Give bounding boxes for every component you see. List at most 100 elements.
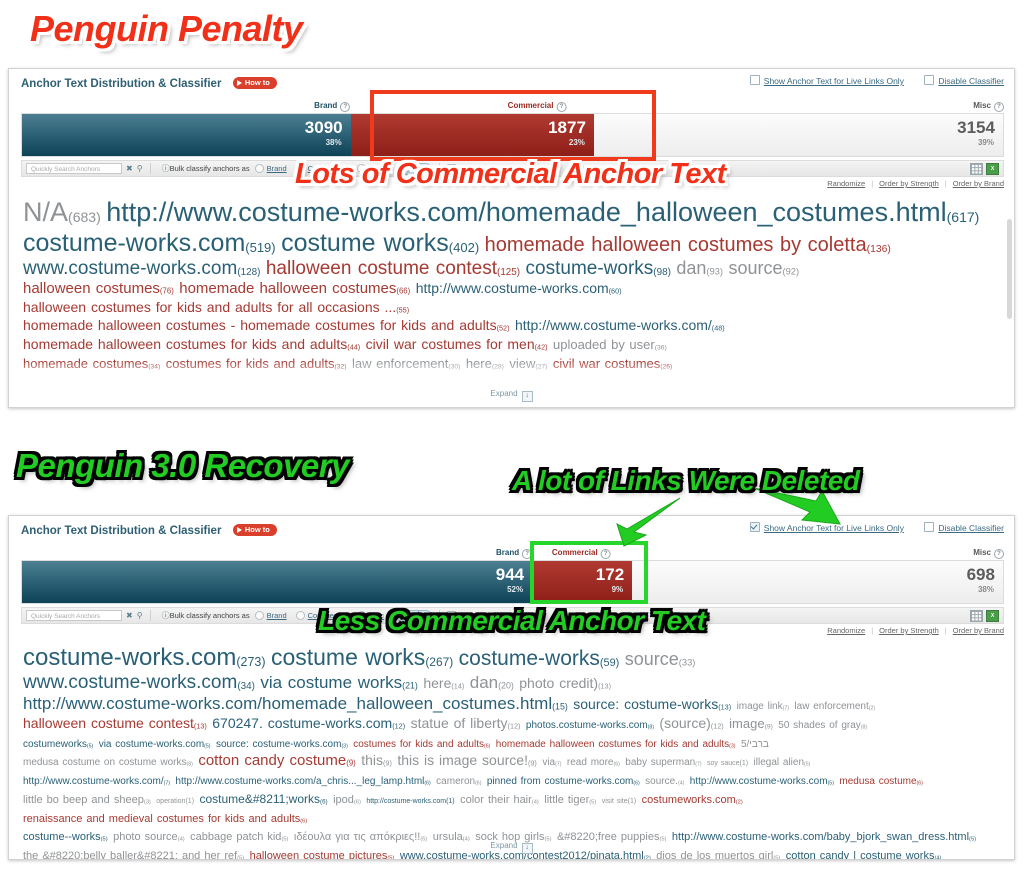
disable-classifier-link[interactable]: Disable Classifier	[938, 76, 1004, 86]
disable-classifier-checkbox[interactable]	[924, 75, 935, 85]
radio-brand[interactable]	[254, 611, 264, 620]
randomize-link[interactable]: Randomize	[827, 626, 865, 635]
disable-classifier-checkbox[interactable]	[924, 522, 935, 532]
anchor-text-term[interactable]: 5/ברבי	[741, 739, 769, 750]
anchor-text-term[interactable]: homemade halloween costumes by coletta(1…	[485, 234, 891, 256]
anchor-text-term[interactable]: http://www.costume-works.com/homemade_ha…	[23, 694, 568, 713]
anchor-text-term[interactable]: costume&#8211;works(6)	[199, 792, 327, 806]
order-by-brand-link[interactable]: Order by Brand	[953, 179, 1004, 188]
anchor-text-term[interactable]: law enforcement(2)	[794, 701, 875, 712]
anchor-text-term[interactable]: illegal alien(5)	[754, 757, 811, 768]
anchor-text-term[interactable]: pinned from costume-works.com(6)	[487, 776, 640, 787]
expand-control[interactable]: Expand ↓	[9, 389, 1014, 402]
scrollbar[interactable]	[1007, 219, 1012, 319]
clear-icon[interactable]: ✖	[126, 611, 133, 620]
search-input[interactable]: Quickly Search Anchors	[26, 610, 122, 621]
help-icon[interactable]: ⓘ	[162, 163, 170, 174]
show-live-links-link[interactable]: Show Anchor Text for Live Links Only	[764, 523, 904, 533]
anchor-text-term[interactable]: baby superman(7)	[625, 757, 701, 768]
anchor-text-term[interactable]: cotton candy costume(9)	[198, 752, 355, 769]
anchor-text-term[interactable]: visit site(1)	[602, 798, 636, 805]
anchor-text-term[interactable]: medusa costume(6)	[839, 776, 923, 787]
anchor-text-term[interactable]: photos.costume-works.com(8)	[526, 720, 654, 731]
anchor-text-term[interactable]: www.costume-works.com(34)	[23, 672, 255, 693]
anchor-text-term[interactable]: photo credit)(13)	[519, 675, 611, 691]
anchor-text-term[interactable]: via costume-works.com(5)	[99, 739, 211, 750]
anchor-text-term[interactable]: costumeworks.com(2)	[642, 794, 743, 806]
how-to-button[interactable]: How to	[232, 523, 277, 536]
anchor-text-term[interactable]: operation(1)	[156, 798, 194, 805]
anchor-text-term[interactable]: little bo beep and sheep(3)	[23, 794, 151, 806]
help-icon[interactable]: ?	[994, 549, 1004, 559]
anchor-text-term[interactable]: http://www.costume-works.com/(48)	[515, 317, 725, 333]
anchor-text-term[interactable]: halloween costumes for kids and adults f…	[23, 299, 409, 315]
anchor-text-term[interactable]: homemade halloween costumes for kids and…	[496, 739, 736, 750]
anchor-text-term[interactable]: renaissance and medieval costumes for ki…	[23, 813, 307, 825]
anchor-text-term[interactable]: homemade halloween costumes for kids and…	[23, 336, 360, 352]
anchor-text-term[interactable]: via(7)	[542, 757, 561, 768]
anchor-text-term[interactable]: source(92)	[728, 258, 799, 278]
segment-misc[interactable]: 3154 39%	[593, 114, 1003, 156]
show-live-links-checkbox[interactable]	[749, 522, 760, 532]
anchor-text-term[interactable]: costumeworks(5)	[23, 739, 93, 750]
anchor-text-term[interactable]: image(9)	[729, 716, 773, 731]
segment-brand[interactable]: 944 52%	[22, 561, 533, 603]
show-live-links-link[interactable]: Show Anchor Text for Live Links Only	[764, 76, 904, 86]
radio-brand[interactable]	[254, 164, 264, 173]
anchor-text-term[interactable]: costume-works.com(273)	[23, 644, 265, 671]
anchor-text-term[interactable]: source.(4)	[645, 776, 684, 787]
help-icon[interactable]: ?	[994, 102, 1004, 112]
anchor-text-term[interactable]: http://www.costume-works.com/homemade_ha…	[106, 197, 979, 227]
anchor-text-term[interactable]: read more(6)	[567, 757, 620, 768]
anchor-text-term[interactable]: source: costume-works(13)	[573, 696, 731, 712]
anchor-text-term[interactable]: halloween costume contest(13)	[23, 715, 207, 731]
anchor-text-term[interactable]: costumes for kids and adults(6)	[353, 739, 490, 750]
anchor-text-term[interactable]: costume-works(59)	[459, 647, 620, 670]
help-icon[interactable]: ?	[600, 549, 611, 559]
segment-brand[interactable]: 3090 38%	[22, 114, 351, 156]
anchor-text-term[interactable]: uploaded by user(36)	[553, 337, 667, 352]
bulk-brand-link[interactable]: Brand	[267, 164, 287, 173]
help-icon[interactable]: ⓘ	[162, 610, 170, 621]
bulk-brand-link[interactable]: Brand	[267, 611, 287, 620]
anchor-text-term[interactable]: this is image source!(9)	[397, 752, 537, 768]
anchor-text-term[interactable]: little tiger(5)	[544, 794, 596, 806]
anchor-text-term[interactable]: http://www.costume-works.com(5)	[690, 776, 834, 787]
anchor-text-term[interactable]: www.costume-works.com(128)	[23, 258, 260, 279]
order-by-strength-link[interactable]: Order by Strength	[879, 179, 939, 188]
help-icon[interactable]: ?	[556, 102, 567, 112]
anchor-text-term[interactable]: ipod(6)	[333, 794, 361, 806]
how-to-button[interactable]: How to	[232, 76, 277, 89]
anchor-text-term[interactable]: dan(20)	[470, 673, 514, 692]
table-view-icon[interactable]	[970, 609, 983, 622]
anchor-text-term[interactable]: image link(7)	[737, 701, 789, 712]
show-live-links-checkbox[interactable]	[749, 75, 760, 85]
anchor-text-term[interactable]: halloween costume contest(125)	[266, 258, 520, 279]
segment-commercial[interactable]: 172 9%	[532, 561, 633, 603]
anchor-text-term[interactable]: http://www.costume-works.com/a_chris..._…	[175, 776, 430, 787]
anchor-text-term[interactable]: costume-works.com(519)	[23, 229, 276, 257]
search-icon[interactable]: ⚲	[137, 164, 143, 173]
anchor-text-term[interactable]: costume works(267)	[271, 644, 453, 670]
help-icon[interactable]: ?	[340, 102, 351, 112]
anchor-text-term[interactable]: source: costume-works.com(3)	[216, 739, 348, 750]
excel-export-icon[interactable]: X	[986, 609, 999, 622]
anchor-text-term[interactable]: via costume works(21)	[260, 673, 418, 692]
anchor-text-term[interactable]: statue of liberty(12)	[411, 715, 521, 731]
table-view-icon[interactable]	[970, 162, 983, 175]
anchor-text-term[interactable]: this(9)	[361, 752, 392, 768]
clear-icon[interactable]: ✖	[126, 164, 133, 173]
segment-commercial[interactable]: 1877 23%	[350, 114, 594, 156]
anchor-text-term[interactable]: soy sauce(1)	[707, 760, 748, 767]
anchor-text-term[interactable]: color their hair(4)	[460, 794, 539, 806]
anchor-text-term[interactable]: dan(93)	[676, 258, 723, 278]
anchor-text-term[interactable]: here(14)	[423, 675, 464, 691]
anchor-text-term[interactable]: homemade halloween costumes - homemade c…	[23, 317, 510, 333]
randomize-link[interactable]: Randomize	[827, 179, 865, 188]
anchor-text-term[interactable]: cameron(6)	[436, 776, 481, 787]
segment-misc[interactable]: 698 38%	[632, 561, 1003, 603]
anchor-text-term[interactable]: http://www.costume-works.com(60)	[416, 280, 622, 296]
anchor-text-term[interactable]: 670247. costume-works.com(12)	[212, 715, 405, 731]
search-icon[interactable]: ⚲	[137, 611, 143, 620]
expand-control[interactable]: Expand ↓	[9, 841, 1014, 854]
